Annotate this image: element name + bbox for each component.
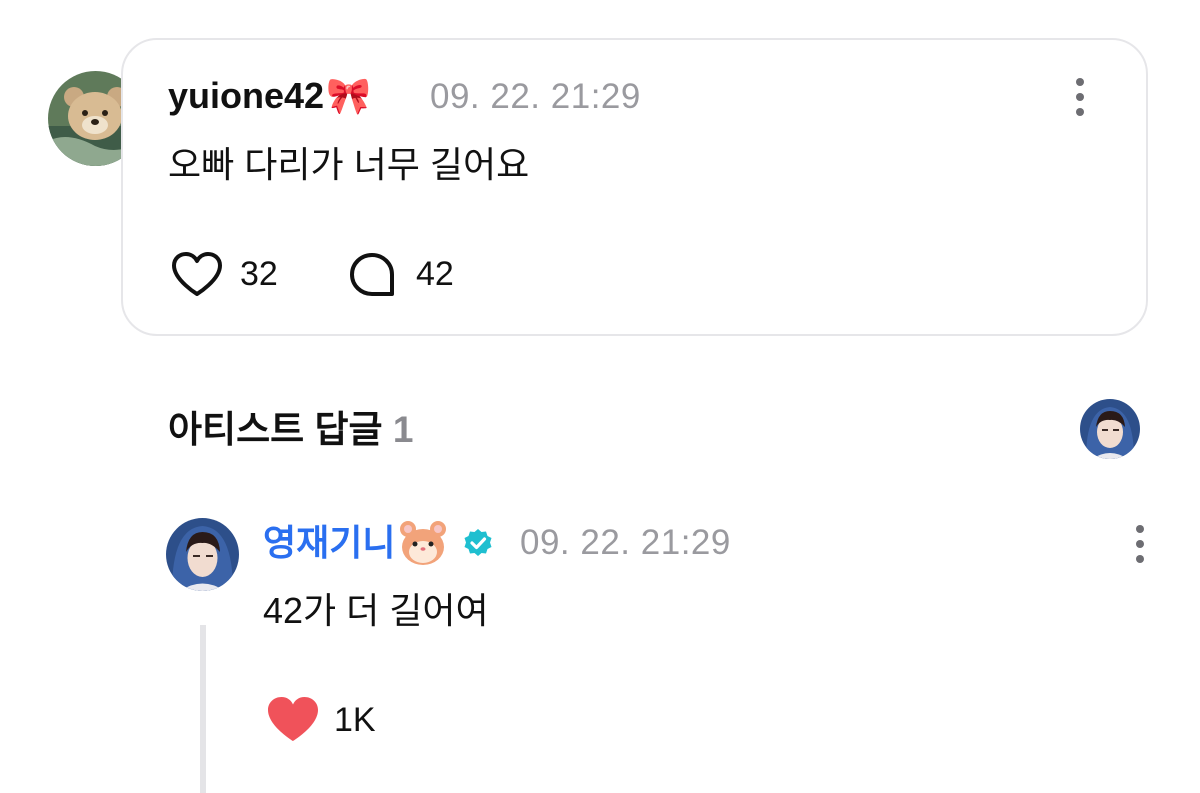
comment-more-options-button[interactable] <box>1070 78 1090 116</box>
artist-profile-avatar[interactable] <box>1080 399 1140 459</box>
reply-timestamp: 09. 22. 21:29 <box>520 523 731 562</box>
reply-button[interactable] <box>348 251 396 299</box>
artist-replies-heading: 아티스트 답글 1 <box>168 409 414 450</box>
commenter-username[interactable]: yuione42🎀 <box>168 76 371 117</box>
filled-heart-icon <box>268 697 318 741</box>
reply-text: 42가 더 길어여 <box>263 590 489 631</box>
artist-avatar[interactable] <box>166 518 239 591</box>
verified-badge-icon <box>462 527 494 559</box>
dot <box>1136 555 1144 563</box>
artist-username[interactable]: 영재기니 <box>263 523 395 563</box>
heart-icon <box>172 252 222 296</box>
hamster-icon <box>398 519 448 567</box>
dot <box>1076 93 1084 101</box>
dot <box>1136 540 1144 548</box>
thread-line <box>200 625 206 793</box>
reply-more-options-button[interactable] <box>1130 525 1150 563</box>
artist-replies-count: 1 <box>392 409 414 450</box>
reply-count: 42 <box>416 255 454 293</box>
dot <box>1076 78 1084 86</box>
like-count: 32 <box>240 255 278 293</box>
speech-bubble-icon <box>350 253 394 296</box>
comment-timestamp: 09. 22. 21:29 <box>430 77 641 116</box>
reply-like-button[interactable] <box>266 695 320 743</box>
dot <box>1136 525 1144 533</box>
like-button[interactable] <box>170 250 224 298</box>
comment-text: 오빠 다리가 너무 길어요 <box>168 144 530 185</box>
bow-emoji: 🎀 <box>326 76 371 117</box>
dot <box>1076 108 1084 116</box>
reply-like-count: 1K <box>334 701 376 739</box>
